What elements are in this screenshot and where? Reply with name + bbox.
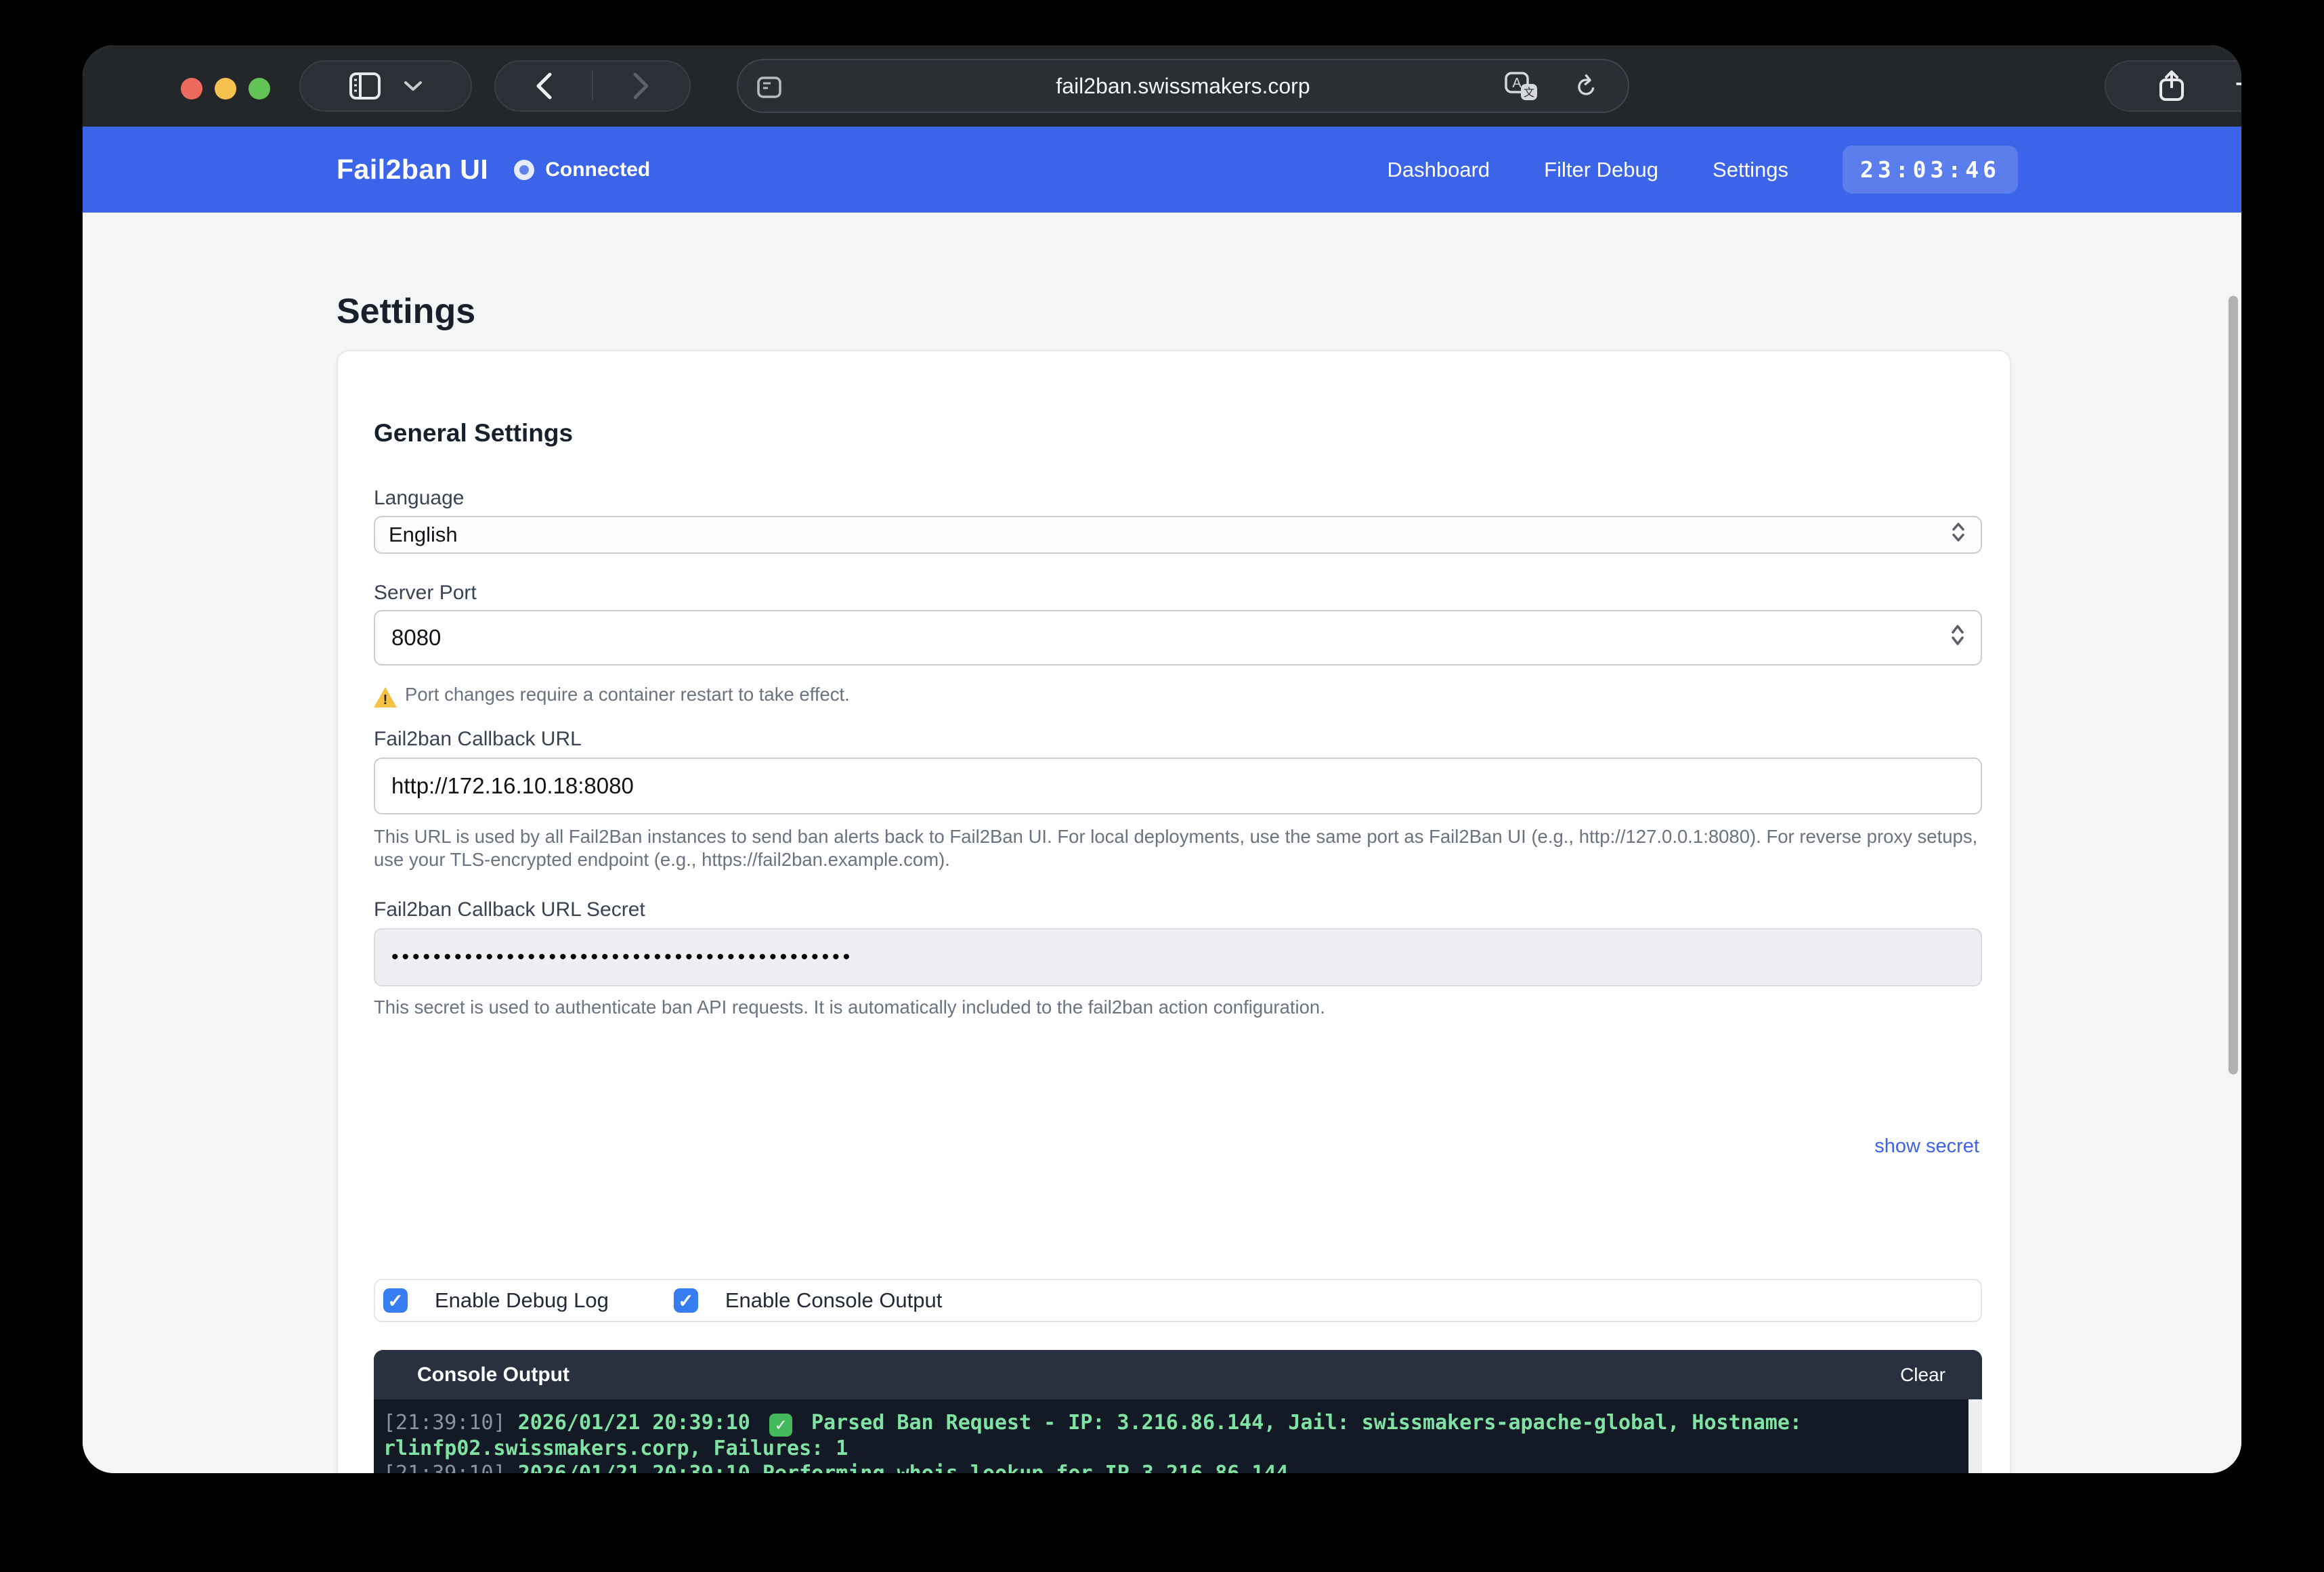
port-warning: !Port changes require a container restar…: [374, 683, 1982, 707]
divider: [592, 70, 593, 102]
language-label: Language: [374, 487, 464, 510]
console-panel: Console Output Clear [21:39:10] 2026/01/…: [374, 1350, 1982, 1473]
svg-text:文: 文: [1524, 87, 1534, 99]
show-secret-link[interactable]: show secret: [1874, 1135, 1979, 1158]
nav-item-settings[interactable]: Settings: [1713, 158, 1788, 182]
console-scrollbar-track[interactable]: [1968, 1399, 1982, 1473]
sidebar-toggle-group: [299, 60, 472, 112]
debug-log-checkbox[interactable]: ✓: [383, 1288, 408, 1313]
secret-label: Fail2ban Callback URL Secret: [374, 898, 645, 921]
callback-url-input[interactable]: http://172.16.10.18:8080: [374, 758, 1982, 814]
clock-badge: 23:03:46: [1843, 146, 2018, 194]
translate-icon[interactable]: A文: [1505, 60, 1540, 114]
console-clear-button[interactable]: Clear: [1900, 1364, 1945, 1386]
connection-status-label: Connected: [545, 158, 650, 181]
callback-url-value: http://172.16.10.18:8080: [391, 773, 634, 799]
language-select-value: English: [389, 523, 458, 547]
server-port-select[interactable]: 8080: [374, 610, 1982, 665]
console-header: Console Output Clear: [374, 1350, 1982, 1399]
toolbar-right-group: +: [2105, 60, 2241, 112]
select-chevrons-icon: [1951, 521, 1966, 548]
console-title: Console Output: [417, 1363, 569, 1387]
nav-item-filter-debug[interactable]: Filter Debug: [1544, 158, 1658, 182]
console-output-checkbox[interactable]: ✓: [674, 1288, 698, 1313]
server-port-label: Server Port: [374, 582, 477, 605]
app-title: Fail2ban UI: [337, 154, 488, 185]
secret-masked-value: ••••••••••••••••••••••••••••••••••••••••…: [391, 946, 853, 969]
nav-item-dashboard[interactable]: Dashboard: [1387, 158, 1490, 182]
secret-input[interactable]: ••••••••••••••••••••••••••••••••••••••••…: [374, 928, 1982, 986]
warning-icon: !: [374, 687, 397, 707]
page-content: Settings General Settings Language Engli…: [83, 213, 2241, 1473]
console-log[interactable]: [21:39:10] 2026/01/21 20:39:10 ✓ Parsed …: [374, 1399, 1982, 1473]
console-output-label: Enable Console Output: [725, 1288, 943, 1313]
debug-log-label: Enable Debug Log: [435, 1288, 609, 1313]
window-close-button[interactable]: [181, 78, 202, 100]
card-heading: General Settings: [374, 419, 573, 447]
console-line: [21:39:10] 2026/01/21 20:39:10 Performin…: [383, 1461, 1941, 1473]
page-title: Settings: [337, 291, 475, 332]
back-button[interactable]: [535, 72, 553, 100]
chevron-down-icon[interactable]: [404, 80, 423, 92]
address-bar[interactable]: fail2ban.swissmakers.corp A文 ↻: [737, 59, 1629, 113]
svg-text:A: A: [1512, 76, 1522, 91]
page-scrollbar-thumb[interactable]: [2229, 296, 2238, 1074]
general-settings-card: General Settings Language English Server…: [337, 350, 2011, 1473]
window-zoom-button[interactable]: [249, 78, 270, 100]
browser-window: fail2ban.swissmakers.corp A文 ↻ + Fail2ba…: [83, 45, 2241, 1473]
console-line: [21:39:10] 2026/01/21 20:39:10 ✓ Parsed …: [383, 1410, 1941, 1461]
connection-status-icon: [514, 160, 534, 180]
check-icon: ✓: [769, 1414, 792, 1437]
new-tab-icon[interactable]: +: [2235, 66, 2241, 102]
url-text: fail2ban.swissmakers.corp: [738, 74, 1628, 99]
select-chevrons-icon: [1950, 623, 1966, 653]
callback-url-description: This URL is used by all Fail2Ban instanc…: [374, 825, 1982, 871]
window-minimize-button[interactable]: [215, 78, 236, 100]
toggle-row: ✓ Enable Debug Log ✓ Enable Console Outp…: [374, 1279, 1982, 1322]
app-navbar: Fail2ban UI Connected Dashboard Filter D…: [83, 127, 2241, 213]
secret-description: This secret is used to authenticate ban …: [374, 996, 1982, 1019]
forward-button[interactable]: [632, 72, 650, 100]
server-port-value: 8080: [391, 625, 441, 651]
share-icon[interactable]: [2159, 70, 2185, 102]
history-nav-group: [494, 60, 691, 112]
sidebar-icon[interactable]: [349, 72, 381, 100]
language-select[interactable]: English: [374, 516, 1982, 554]
callback-url-label: Fail2ban Callback URL: [374, 728, 582, 751]
browser-toolbar: fail2ban.swissmakers.corp A文 ↻ +: [83, 45, 2241, 127]
